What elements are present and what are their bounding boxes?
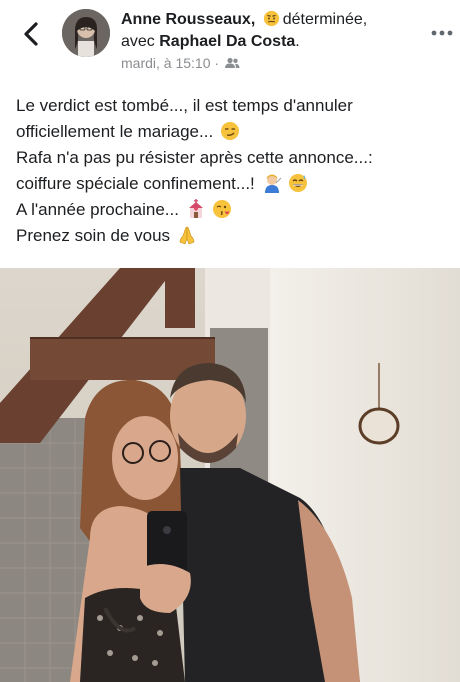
post-line: Rafa n'a pas pu résister après cette ann… (16, 148, 373, 167)
author-line: Anne Rousseaux, déterminée, avec Raphael… (121, 9, 421, 53)
author-name[interactable]: Anne Rousseaux, (121, 11, 255, 28)
tagged-suffix: . (295, 33, 300, 50)
post-text: Le verdict est tombé..., il est temps d'… (16, 93, 446, 249)
post-line: A l'année prochaine... (16, 197, 446, 223)
face-blowing-kiss-emoji (213, 200, 232, 218)
post-line: Prenez soin de vous (16, 223, 446, 249)
barber-emoji (264, 174, 281, 193)
determined-face-icon (263, 10, 279, 27)
avatar[interactable] (62, 9, 110, 57)
post-line: officiellement le mariage... (16, 119, 446, 145)
with-prefix: avec (121, 33, 155, 50)
feeling-text: déterminée, (282, 11, 368, 28)
couple-mirror-selfie-photo[interactable] (0, 268, 460, 682)
post-time[interactable]: mardi, à 15:10 · (121, 55, 219, 71)
wedding-chapel-emoji (188, 199, 203, 218)
post-meta: mardi, à 15:10 · (121, 55, 240, 71)
chevron-left-icon[interactable] (18, 18, 46, 50)
friends-icon[interactable] (224, 57, 240, 69)
post-line: coiffure spéciale confinement...! (16, 171, 446, 197)
more-options-icon[interactable] (430, 28, 454, 38)
smirking-face-emoji (220, 122, 239, 140)
folded-hands-emoji (179, 226, 195, 245)
post-header: Anne Rousseaux, déterminée, avec Raphael… (0, 0, 460, 84)
grinning-sweat-emoji (289, 174, 308, 192)
post-line: Le verdict est tombé..., il est temps d'… (16, 96, 353, 115)
tagged-name[interactable]: Raphael Da Costa (159, 33, 295, 50)
